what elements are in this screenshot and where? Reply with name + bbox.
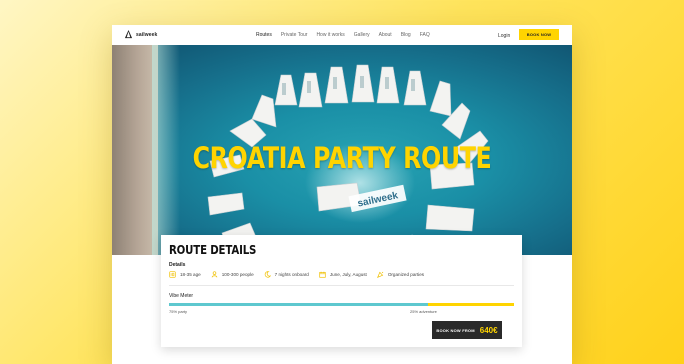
- nav-item-blog[interactable]: Blog: [401, 32, 411, 38]
- vibe-party-fill: [169, 303, 428, 306]
- calendar-icon: [319, 271, 326, 278]
- detail-people: 100-300 people: [211, 271, 254, 278]
- detail-nights: 7 nights onboard: [264, 271, 309, 278]
- nav-item-routes[interactable]: Routes: [256, 32, 272, 38]
- route-details-title: ROUTE DETAILS: [169, 243, 257, 257]
- route-details-card: ROUTE DETAILS Details 18-35 age 100-300 …: [161, 235, 522, 347]
- book-now-from-button[interactable]: BOOK NOW FROM 640€: [432, 321, 502, 339]
- sail-icon: [124, 30, 133, 39]
- vibe-adventure-fill: [427, 303, 514, 306]
- vibe-party-label: 75% party: [169, 309, 188, 314]
- brand-logo[interactable]: sailweek: [124, 30, 157, 39]
- cta-price: 640€: [479, 325, 498, 335]
- vibe-adventure-label: 25% adventure: [410, 309, 437, 314]
- hero-title: CROATIA PARTY ROUTE: [192, 141, 492, 175]
- detail-months-text: June, July, August: [329, 272, 367, 277]
- top-navigation: sailweek Routes Private Tour How it work…: [112, 25, 572, 45]
- nav-item-how-it-works[interactable]: How it works: [316, 32, 344, 38]
- detail-nights-text: 7 nights onboard: [274, 272, 309, 277]
- login-link[interactable]: Login: [498, 33, 510, 39]
- hero-banner: sailweek CROATIA PARTY ROUTE: [112, 45, 572, 255]
- details-list: 18-35 age 100-300 people 7 nights onboar…: [169, 271, 434, 278]
- nav-item-gallery[interactable]: Gallery: [354, 32, 370, 38]
- detail-age-text: 18-35 age: [180, 272, 201, 277]
- detail-parties-text: Organized parties: [387, 272, 425, 277]
- nav-item-faq[interactable]: FAQ: [420, 32, 430, 38]
- age-icon: [169, 271, 176, 278]
- divider: [169, 285, 514, 286]
- main-menu: Routes Private Tour How it works Gallery…: [256, 25, 439, 45]
- nav-item-private-tour[interactable]: Private Tour: [281, 32, 308, 38]
- nav-item-about[interactable]: About: [379, 32, 392, 38]
- cta-label: BOOK NOW FROM: [436, 327, 475, 333]
- book-now-button[interactable]: BOOK NOW: [519, 29, 559, 40]
- details-label: Details: [169, 262, 186, 268]
- moon-icon: [264, 271, 271, 278]
- vibe-meter-label: Vibe Meter: [169, 293, 194, 299]
- party-icon: [376, 271, 384, 278]
- detail-parties: Organized parties: [376, 271, 425, 278]
- people-icon: [211, 271, 217, 278]
- vibe-meter-bar: [169, 303, 514, 306]
- detail-months: June, July, August: [319, 271, 367, 278]
- detail-age: 18-35 age: [169, 271, 201, 278]
- detail-people-text: 100-300 people: [221, 272, 254, 277]
- brand-name: sailweek: [136, 31, 158, 38]
